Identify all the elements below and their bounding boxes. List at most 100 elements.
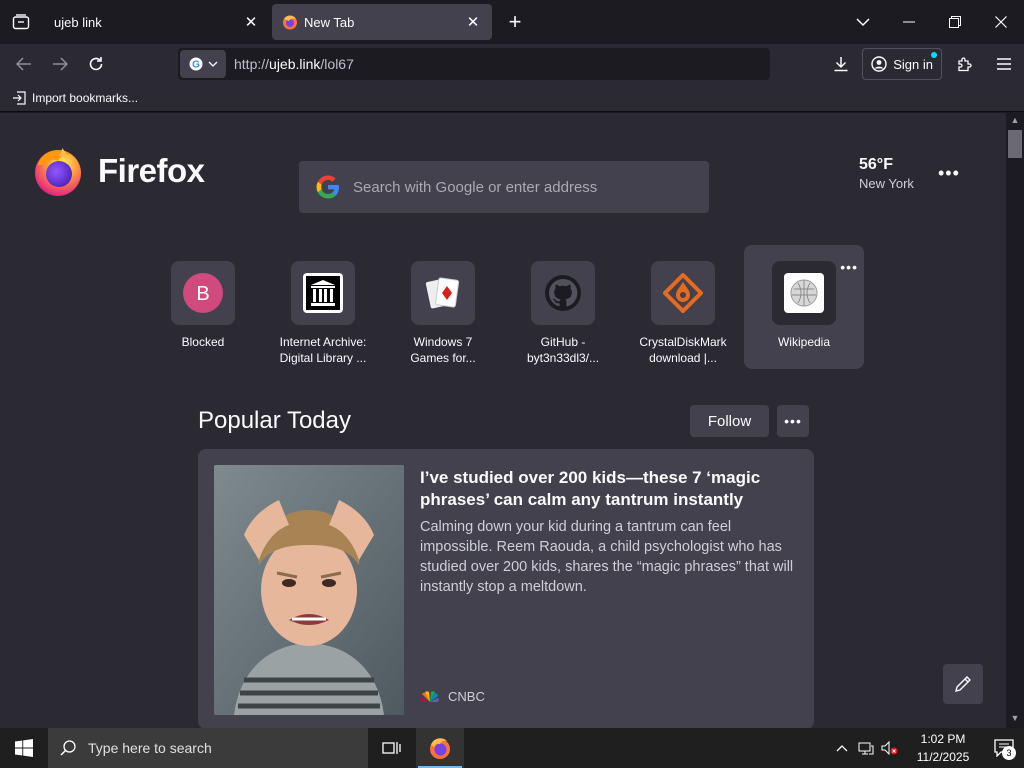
url-domain: ujeb.link (269, 56, 321, 72)
cnbc-icon (420, 690, 439, 702)
tab-new-tab[interactable]: New Tab ✕ (272, 4, 492, 40)
shortcut-icon-box (531, 261, 595, 325)
system-clock[interactable]: 1:02 PM 11/2/2025 (902, 730, 984, 766)
tab-title: ujeb link (54, 14, 102, 30)
tab-title: New Tab (304, 14, 355, 30)
firefox-icon (35, 148, 81, 196)
shortcut-tile[interactable]: Wikipedia ••• (744, 245, 864, 369)
taskbar-firefox-icon[interactable] (416, 728, 464, 768)
customize-button[interactable] (943, 664, 983, 704)
story-card[interactable]: I’ve studied over 200 kids—these 7 ‘magi… (198, 449, 814, 728)
shortcut-icon-box: B (171, 261, 235, 325)
shortcut-label: Windows 7 (413, 335, 473, 349)
tab-ujeb-link[interactable]: ujeb link ✕ (44, 4, 270, 40)
bookmarks-toolbar: Import bookmarks... (0, 84, 1024, 112)
search-box[interactable]: Search with Google or enter address (299, 161, 709, 213)
forward-button[interactable] (42, 48, 78, 80)
shortcut-icon-box (411, 261, 475, 325)
clock-time: 1:02 PM (920, 732, 966, 746)
story-source-name: CNBC (448, 689, 485, 704)
close-icon[interactable]: ✕ (242, 13, 260, 31)
search-placeholder: Search with Google or enter address (353, 178, 598, 196)
account-icon (871, 56, 887, 72)
shortcut-tile[interactable]: B Blocked (143, 245, 263, 369)
shortcut-label: GitHub - (540, 335, 586, 349)
notification-center-icon[interactable]: 3 (984, 728, 1024, 768)
import-bookmarks-link[interactable]: Import bookmarks... (32, 91, 138, 105)
internet-archive-icon (303, 273, 343, 313)
minimize-button[interactable] (886, 0, 932, 44)
menu-icon[interactable] (984, 48, 1024, 80)
sign-in-button[interactable]: Sign in (862, 48, 942, 80)
shortcut-label: Internet Archive: (279, 335, 367, 349)
chevron-down-icon (208, 61, 218, 67)
reload-button[interactable] (78, 48, 114, 80)
shortcut-icon-box (651, 261, 715, 325)
google-icon (316, 175, 339, 199)
back-button[interactable] (6, 48, 42, 80)
task-view-icon[interactable] (368, 728, 416, 768)
svg-text:G: G (192, 60, 200, 71)
scroll-up-icon[interactable]: ▲ (1009, 115, 1021, 127)
windows-taskbar: Type here to search 1:02 PM 11/2/2025 3 (0, 728, 1024, 768)
import-icon (13, 90, 26, 105)
follow-button[interactable]: Follow (690, 405, 769, 437)
github-icon (545, 275, 581, 311)
google-icon: G (189, 57, 203, 71)
playing-cards-icon (425, 277, 460, 309)
system-tray: 1:02 PM 11/2/2025 3 (830, 728, 1024, 768)
url-text[interactable]: http://ujeb.link/lol67 (234, 56, 354, 72)
shortcut-tile[interactable]: Windows 7 Games for... (383, 245, 503, 369)
close-window-button[interactable] (978, 0, 1024, 44)
crystaldiskmark-icon (663, 273, 703, 313)
weather-menu-button[interactable]: ••• (938, 163, 960, 184)
notification-count: 3 (1002, 746, 1016, 760)
windows-start-icon[interactable] (0, 728, 48, 768)
chevron-up-icon[interactable] (830, 728, 854, 768)
story-headline[interactable]: I’ve studied over 200 kids—these 7 ‘magi… (420, 467, 790, 511)
clock-date: 11/2/2025 (916, 750, 970, 764)
nav-bar: G http://ujeb.link/lol67 Sign in (0, 44, 1024, 84)
taskbar-search-box[interactable]: Type here to search (48, 728, 368, 768)
shortcut-label: Blocked (181, 335, 225, 349)
weather-city: New York (859, 176, 914, 191)
url-scheme: http:// (234, 56, 270, 72)
page-scrollbar[interactable]: ▲ ▼ (1006, 113, 1024, 728)
shortcuts-grid: B Blocked Internet Archive: Digital Libr… (143, 245, 865, 369)
shortcut-tile[interactable]: CrystalDiskMark download |... (623, 245, 743, 369)
network-icon[interactable] (854, 728, 878, 768)
taskbar-search-placeholder: Type here to search (88, 740, 212, 756)
shortcut-label: CrystalDiskMark (639, 335, 727, 349)
letter-b-icon: B (183, 273, 223, 313)
close-icon[interactable]: ✕ (464, 13, 482, 31)
scroll-down-icon[interactable]: ▼ (1009, 713, 1021, 725)
svg-text:B: B (196, 283, 209, 305)
shortcut-menu-button[interactable]: ••• (840, 259, 858, 275)
extensions-icon[interactable] (946, 48, 984, 80)
shortcut-icon-box (291, 261, 355, 325)
download-icon[interactable] (820, 48, 862, 80)
restore-button[interactable] (932, 0, 978, 44)
shortcut-tile[interactable]: GitHub - byt3n33dl3/... (503, 245, 623, 369)
scroll-thumb[interactable] (1008, 130, 1022, 158)
story-image (214, 465, 404, 715)
weather-temperature: 56°F (859, 156, 893, 173)
chevron-down-icon[interactable] (840, 0, 886, 44)
shortcut-tile[interactable]: Internet Archive: Digital Library ... (263, 245, 383, 369)
notification-dot (931, 52, 937, 58)
url-bar[interactable]: G http://ujeb.link/lol67 (178, 48, 770, 80)
shortcut-label: Wikipedia (777, 335, 831, 349)
tab-list-icon[interactable] (0, 0, 42, 44)
pencil-icon (955, 676, 971, 692)
wikipedia-icon (784, 273, 824, 313)
new-tab-page: Firefox Search with Google or enter addr… (0, 113, 1006, 728)
tab-strip: ujeb link ✕ New Tab ✕ + (0, 0, 1024, 44)
search-engine-button[interactable]: G (180, 50, 226, 78)
new-tab-button[interactable]: + (502, 8, 528, 36)
section-menu-button[interactable]: ••• (777, 405, 809, 437)
volume-muted-icon[interactable] (878, 728, 902, 768)
shortcut-label: Digital Library ... (279, 351, 367, 365)
firefox-icon (283, 15, 297, 30)
weather-widget[interactable]: 56°F New York (859, 156, 914, 191)
shortcut-icon-box (772, 261, 836, 325)
